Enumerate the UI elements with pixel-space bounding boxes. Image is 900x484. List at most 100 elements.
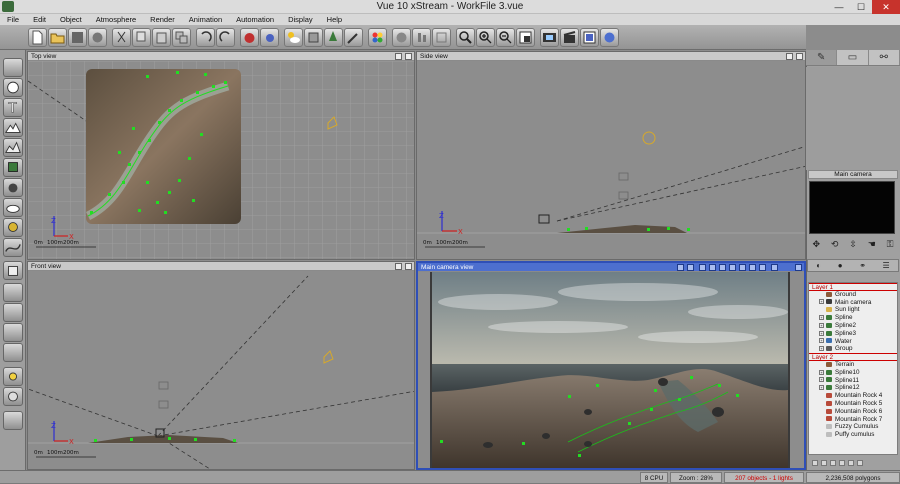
main-camera-viewport[interactable]: Main camera view xyxy=(416,261,806,470)
orbit-camera-icon[interactable]: ⟲ xyxy=(831,239,839,250)
layer-lock-icon[interactable] xyxy=(857,459,863,466)
open-scene-icon[interactable] xyxy=(48,28,67,47)
links-tab[interactable]: ⚭ xyxy=(859,261,866,270)
aspect-tab[interactable]: ⚯ xyxy=(869,50,900,65)
scene-tree-item[interactable]: Puffy cumulus xyxy=(809,431,897,439)
scene-tree-item[interactable]: Mountain Rock 6 xyxy=(809,408,897,416)
side-viewport-canvas[interactable]: Z X 0m 100m 200m xyxy=(417,61,806,260)
last-frame-icon[interactable] xyxy=(759,264,766,271)
spline-icon[interactable] xyxy=(3,238,23,257)
hand-pan-icon[interactable]: ☚ xyxy=(868,239,876,250)
cut-icon[interactable] xyxy=(112,28,131,47)
new-scene-icon[interactable] xyxy=(28,28,47,47)
clapper-icon[interactable] xyxy=(560,28,579,47)
scene-tree-item[interactable]: Mountain Rock 4 xyxy=(809,392,897,400)
cloud-icon[interactable] xyxy=(3,198,23,217)
view-layout-icon[interactable] xyxy=(580,28,599,47)
scene-tree-item[interactable]: + Spline2 xyxy=(809,322,897,330)
scene-tree-item[interactable]: Mountain Rock 5 xyxy=(809,400,897,408)
save-scene-icon[interactable] xyxy=(68,28,87,47)
material-editor-icon[interactable] xyxy=(304,28,323,47)
viewport-options-icon[interactable] xyxy=(786,53,793,60)
front-viewport[interactable]: Front view Z X 0m 100m 200m xyxy=(27,261,415,470)
world-browser-icon[interactable] xyxy=(88,28,107,47)
pen-tool-icon[interactable] xyxy=(3,58,23,77)
zoom-fit-icon[interactable] xyxy=(456,28,475,47)
play-icon[interactable] xyxy=(739,264,746,271)
zoom-out-icon[interactable] xyxy=(496,28,515,47)
align-icon[interactable] xyxy=(412,28,431,47)
paste-icon[interactable] xyxy=(152,28,171,47)
menu-object[interactable]: Object xyxy=(53,14,89,25)
numerics-tab[interactable]: ▭ xyxy=(837,50,869,65)
library-tab[interactable]: ☰ xyxy=(883,261,890,270)
layer-visibility-icon[interactable] xyxy=(848,459,854,466)
menu-file[interactable]: File xyxy=(0,14,26,25)
plant-icon[interactable] xyxy=(3,158,23,177)
expand-toggle[interactable]: + xyxy=(819,377,824,383)
viewport-options-icon[interactable] xyxy=(395,53,402,60)
expand-toggle[interactable]: + xyxy=(819,338,824,344)
maximize-button[interactable]: ☐ xyxy=(850,0,872,14)
light-bulb-icon[interactable] xyxy=(3,218,23,237)
layer-down-icon[interactable] xyxy=(830,459,836,466)
new-layer-icon[interactable] xyxy=(812,459,818,466)
menu-automation[interactable]: Automation xyxy=(229,14,281,25)
group-icon[interactable] xyxy=(3,323,23,342)
scene-tree-item[interactable]: Sun light xyxy=(809,306,897,314)
ecosystem-icon[interactable] xyxy=(324,28,343,47)
sphere-tool-icon[interactable] xyxy=(392,28,411,47)
edit-camera-icon[interactable] xyxy=(771,264,778,271)
menu-help[interactable]: Help xyxy=(320,14,349,25)
close-button[interactable]: ✕ xyxy=(872,0,900,14)
scene-tree-layer[interactable]: Layer 1 xyxy=(809,283,897,291)
undo-icon[interactable] xyxy=(196,28,215,47)
scene-tree-item[interactable]: + Group xyxy=(809,345,897,353)
expand-toggle[interactable]: + xyxy=(819,322,824,328)
render-area-icon[interactable] xyxy=(260,28,279,47)
scene-tree-layer[interactable]: Layer 2 xyxy=(809,353,897,361)
top-viewport[interactable]: Top view Z X 0m 100m 200m xyxy=(27,51,415,260)
cube-primitive-icon[interactable] xyxy=(3,261,23,280)
rock-icon[interactable] xyxy=(3,178,23,197)
maximize-viewport-icon[interactable] xyxy=(795,264,802,271)
next-frame-icon[interactable] xyxy=(749,264,756,271)
expand-toggle[interactable]: + xyxy=(819,315,824,321)
viewport-options-icon[interactable] xyxy=(395,263,402,270)
maximize-viewport-icon[interactable] xyxy=(405,53,412,60)
expand-toggle[interactable]: + xyxy=(819,330,824,336)
menu-edit[interactable]: Edit xyxy=(26,14,53,25)
color-palette-icon[interactable] xyxy=(368,28,387,47)
camera-settings-icon[interactable] xyxy=(677,264,684,271)
play-backward-icon[interactable] xyxy=(719,264,726,271)
dolly-camera-icon[interactable]: ⇳ xyxy=(849,239,857,250)
redo-icon[interactable] xyxy=(216,28,235,47)
atmosphere-editor-icon[interactable] xyxy=(284,28,303,47)
menu-animation[interactable]: Animation xyxy=(182,14,229,25)
menu-atmosphere[interactable]: Atmosphere xyxy=(89,14,143,25)
top-viewport-canvas[interactable]: Z X 0m 100m 200m xyxy=(28,61,415,260)
objects-tab[interactable]: ◐ xyxy=(816,261,821,270)
materials-tab[interactable]: ● xyxy=(838,261,843,270)
side-viewport[interactable]: Side view Z X 0m 100m 200m xyxy=(416,51,806,260)
stop-icon[interactable] xyxy=(729,264,736,271)
expand-toggle[interactable]: + xyxy=(819,346,824,352)
first-frame-icon[interactable] xyxy=(699,264,706,271)
delete-layer-icon[interactable] xyxy=(839,459,845,466)
minimize-button[interactable]: — xyxy=(828,0,850,14)
camera-tool-icon[interactable] xyxy=(3,411,23,430)
expand-toggle[interactable]: + xyxy=(819,299,824,305)
render-preview-icon[interactable] xyxy=(687,264,694,271)
maximize-viewport-icon[interactable] xyxy=(796,53,803,60)
grid-snap-icon[interactable] xyxy=(432,28,451,47)
sphere-primitive-icon[interactable] xyxy=(3,78,23,97)
front-viewport-canvas[interactable]: Z X 0m 100m 200m xyxy=(28,271,415,470)
display-options-icon[interactable] xyxy=(600,28,619,47)
pan-icon[interactable] xyxy=(516,28,535,47)
expand-toggle[interactable]: + xyxy=(819,369,824,375)
scene-tree-item[interactable]: + Water xyxy=(809,338,897,346)
text-tool-icon[interactable]: T xyxy=(3,98,23,117)
lock-camera-icon[interactable]: ⚿ xyxy=(887,239,894,250)
menu-display[interactable]: Display xyxy=(281,14,320,25)
film-strip-icon[interactable] xyxy=(540,28,559,47)
